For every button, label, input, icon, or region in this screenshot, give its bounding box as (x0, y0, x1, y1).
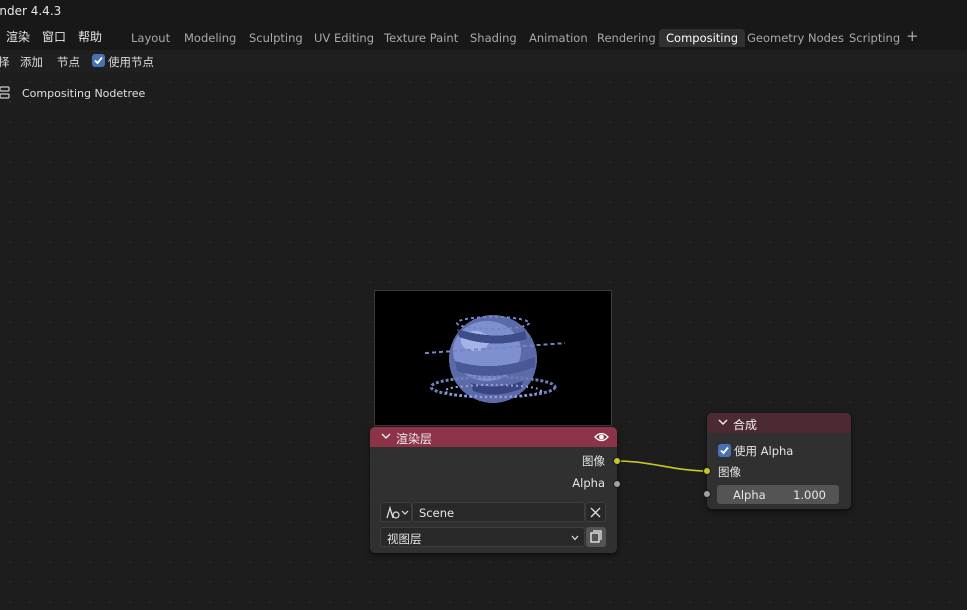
alpha-field-label: Alpha (733, 488, 766, 502)
planet-render-image (375, 291, 611, 425)
output-alpha-label: Alpha (572, 476, 605, 490)
eye-icon[interactable] (594, 431, 609, 443)
output-alpha-socket[interactable] (613, 480, 621, 488)
view-layer-value: 视图层 (387, 532, 422, 546)
input-image-socket[interactable] (703, 467, 711, 475)
composite-node-header[interactable]: 合成 (707, 413, 851, 433)
input-image-label: 图像 (718, 465, 741, 479)
scene-icon (386, 505, 409, 519)
chevron-down-icon[interactable] (717, 416, 729, 428)
unlink-scene-button[interactable] (585, 502, 606, 522)
use-alpha-label: 使用 Alpha (734, 444, 794, 458)
view-layer-dropdown[interactable]: 视图层 (380, 527, 585, 547)
scene-name-value: Scene (419, 506, 455, 520)
composite-node[interactable]: 合成 使用 Alpha 图像 Alpha 1.000 (703, 413, 851, 509)
alpha-value-field[interactable]: Alpha 1.000 (717, 485, 839, 504)
composite-node-title: 合成 (733, 418, 758, 432)
render-preview-image (374, 290, 612, 426)
render-icon (590, 530, 602, 543)
output-image-socket[interactable] (613, 457, 621, 465)
scene-browse-button[interactable] (380, 502, 412, 522)
checkmark-icon (720, 446, 729, 455)
use-alpha-checkbox[interactable] (718, 444, 731, 457)
input-alpha-socket[interactable] (703, 490, 711, 498)
chevron-down-icon (571, 535, 579, 541)
chevron-down-icon[interactable] (380, 430, 392, 442)
output-image-label: 图像 (582, 454, 605, 468)
render-layer-button[interactable] (586, 527, 606, 547)
render-layers-node[interactable]: 渲染层 图像 Alpha Scene 视图层 (370, 427, 621, 553)
alpha-field-value: 1.000 (793, 488, 826, 502)
close-icon (590, 507, 601, 518)
render-layers-node-header[interactable]: 渲染层 (370, 427, 617, 447)
scene-name-field[interactable]: Scene (412, 502, 585, 522)
render-layers-node-title: 渲染层 (396, 432, 433, 446)
